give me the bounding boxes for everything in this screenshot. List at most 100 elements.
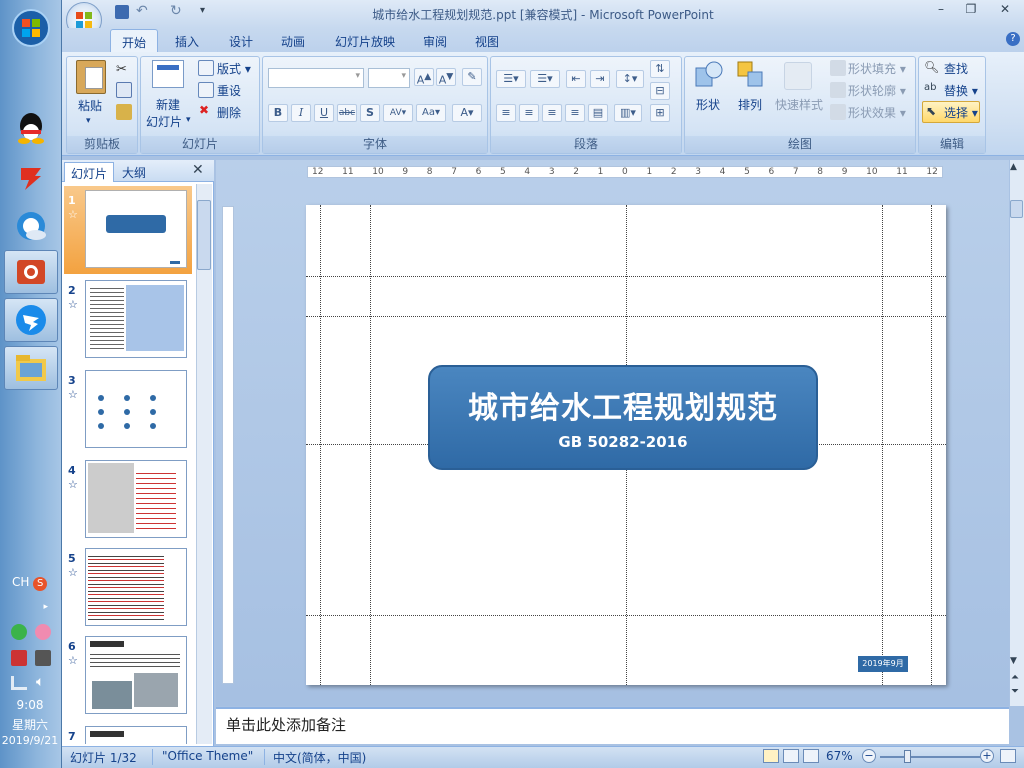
slide-title[interactable]: 城市给水工程规划规范: [430, 383, 816, 427]
slide-subtitle[interactable]: GB 50282-2016: [430, 433, 816, 451]
clock-date[interactable]: 2019/9/21: [0, 734, 60, 747]
decrease-indent-icon[interactable]: ⇤: [566, 70, 586, 88]
next-slide-icon[interactable]: ⏷: [1011, 686, 1019, 697]
align-center-icon[interactable]: ≡: [519, 104, 539, 122]
slide-thumb-5[interactable]: [85, 548, 187, 626]
layout-icon[interactable]: [198, 60, 214, 76]
slide-thumb-2[interactable]: [85, 280, 187, 358]
cut-icon[interactable]: ✂: [116, 62, 127, 77]
clock-weekday[interactable]: 星期六: [0, 716, 60, 733]
signal-icon[interactable]: [11, 676, 27, 690]
powerpoint-taskbar-icon[interactable]: [4, 250, 58, 294]
start-button[interactable]: [4, 6, 58, 50]
network-warning-icon[interactable]: [11, 650, 27, 666]
select-button[interactable]: 选择 ▾: [944, 104, 978, 121]
layout-button[interactable]: 版式 ▾: [217, 60, 251, 77]
prev-slide-icon[interactable]: ⏶: [1011, 672, 1019, 683]
tab-design[interactable]: 设计: [220, 29, 262, 52]
delete-icon[interactable]: ✖: [199, 103, 209, 117]
align-right-icon[interactable]: ≡: [542, 104, 562, 122]
slide-date[interactable]: 2019年9月: [858, 656, 908, 672]
strikethrough-icon[interactable]: abc: [337, 104, 357, 122]
tray-expand-icon[interactable]: ▸: [0, 602, 60, 612]
delete-button[interactable]: 删除: [217, 104, 241, 121]
minimize-button[interactable]: –: [928, 2, 954, 20]
editor-scrollbar[interactable]: [1009, 160, 1024, 706]
slide-thumb-4[interactable]: [85, 460, 187, 538]
paste-icon[interactable]: [76, 60, 106, 94]
close-button[interactable]: ✕: [992, 2, 1018, 20]
volume-icon[interactable]: 🔈︎: [36, 674, 44, 690]
shapes-icon[interactable]: [694, 60, 724, 90]
zoom-slider-track[interactable]: [880, 756, 980, 758]
underline-icon[interactable]: U: [314, 104, 334, 122]
scroll-down-icon[interactable]: ▼: [1010, 656, 1017, 666]
new-slide-label-line2[interactable]: 幻灯片: [146, 113, 182, 130]
new-slide-icon[interactable]: [152, 60, 184, 88]
paste-button[interactable]: 粘贴: [78, 97, 102, 114]
zoom-level[interactable]: 67%: [826, 749, 853, 763]
align-text-icon[interactable]: ⊟: [650, 82, 670, 100]
justify-icon[interactable]: ≡: [565, 104, 585, 122]
scroll-up-icon[interactable]: ▲: [1010, 162, 1017, 172]
clock-time[interactable]: 9:08: [0, 698, 60, 712]
change-case-icon[interactable]: Aa▾: [416, 104, 446, 122]
fit-to-window-icon[interactable]: [1000, 749, 1016, 763]
zoom-slider-thumb[interactable]: [904, 750, 911, 763]
tab-home[interactable]: 开始: [110, 29, 158, 52]
arrange-icon[interactable]: [736, 60, 766, 90]
notes-placeholder[interactable]: 单击此处添加备注: [226, 714, 346, 735]
char-spacing-icon[interactable]: AV▾: [383, 104, 413, 122]
bold-icon[interactable]: B: [268, 104, 288, 122]
shapes-button[interactable]: 形状: [696, 96, 720, 113]
slide-thumb-6[interactable]: [85, 636, 187, 714]
arrange-button[interactable]: 排列: [738, 96, 762, 113]
columns-icon[interactable]: ▥▾: [614, 104, 642, 122]
usb-icon[interactable]: [35, 650, 51, 666]
font-size-combo[interactable]: ▾: [368, 68, 410, 88]
tab-outline-pane[interactable]: 大纲: [116, 162, 152, 182]
reset-button[interactable]: 重设: [217, 82, 241, 99]
bullets-icon[interactable]: ☰▾: [496, 70, 526, 88]
replace-button[interactable]: 替换 ▾: [944, 82, 978, 99]
flashget-icon[interactable]: [4, 156, 58, 200]
file-explorer-icon[interactable]: [4, 346, 58, 390]
slide-thumb-3[interactable]: [85, 370, 187, 448]
slide-thumb-7[interactable]: [85, 726, 187, 744]
status-language[interactable]: 中文(简体，中国): [273, 749, 366, 766]
editor-scroll-thumb[interactable]: [1010, 200, 1023, 218]
new-slide-dropdown-icon[interactable]: ▾: [186, 115, 191, 125]
tab-insert[interactable]: 插入: [166, 29, 208, 52]
maximize-button[interactable]: ❐: [958, 2, 984, 20]
dingtalk-icon[interactable]: [4, 298, 58, 342]
font-color-icon[interactable]: A▾: [452, 104, 482, 122]
tab-slides-pane[interactable]: 幻灯片: [64, 162, 115, 182]
replace-icon[interactable]: ab: [924, 82, 936, 93]
normal-view-icon[interactable]: [763, 749, 779, 763]
format-painter-icon[interactable]: [116, 104, 132, 120]
font-name-combo[interactable]: ▾: [268, 68, 364, 88]
text-direction-icon[interactable]: ⇅: [650, 60, 670, 78]
panel-scroll-thumb[interactable]: [197, 200, 211, 270]
zoom-in-icon[interactable]: +: [980, 749, 994, 763]
copy-icon[interactable]: [116, 82, 132, 98]
browser-icon[interactable]: [4, 204, 58, 248]
smartart-icon[interactable]: ⊞: [650, 104, 670, 122]
tray-flower-icon[interactable]: [35, 624, 51, 640]
tab-review[interactable]: 审阅: [414, 29, 456, 52]
tray-green-icon[interactable]: [11, 624, 27, 640]
align-left-icon[interactable]: ≡: [496, 104, 516, 122]
numbering-icon[interactable]: ☰▾: [530, 70, 560, 88]
new-slide-label-line1[interactable]: 新建: [156, 96, 180, 113]
distributed-icon[interactable]: ▤: [588, 104, 608, 122]
tab-animations[interactable]: 动画: [272, 29, 314, 52]
close-pane-icon[interactable]: ✕: [192, 162, 204, 178]
lang-indicator[interactable]: CH S: [0, 575, 60, 591]
slide-thumb-1[interactable]: [85, 190, 187, 268]
line-spacing-icon[interactable]: ↕▾: [616, 70, 644, 88]
tab-view[interactable]: 视图: [466, 29, 508, 52]
select-icon[interactable]: ⬉: [926, 104, 936, 118]
clear-formatting-icon[interactable]: ✎: [462, 68, 482, 86]
italic-icon[interactable]: I: [291, 104, 311, 122]
slideshow-view-icon[interactable]: [803, 749, 819, 763]
